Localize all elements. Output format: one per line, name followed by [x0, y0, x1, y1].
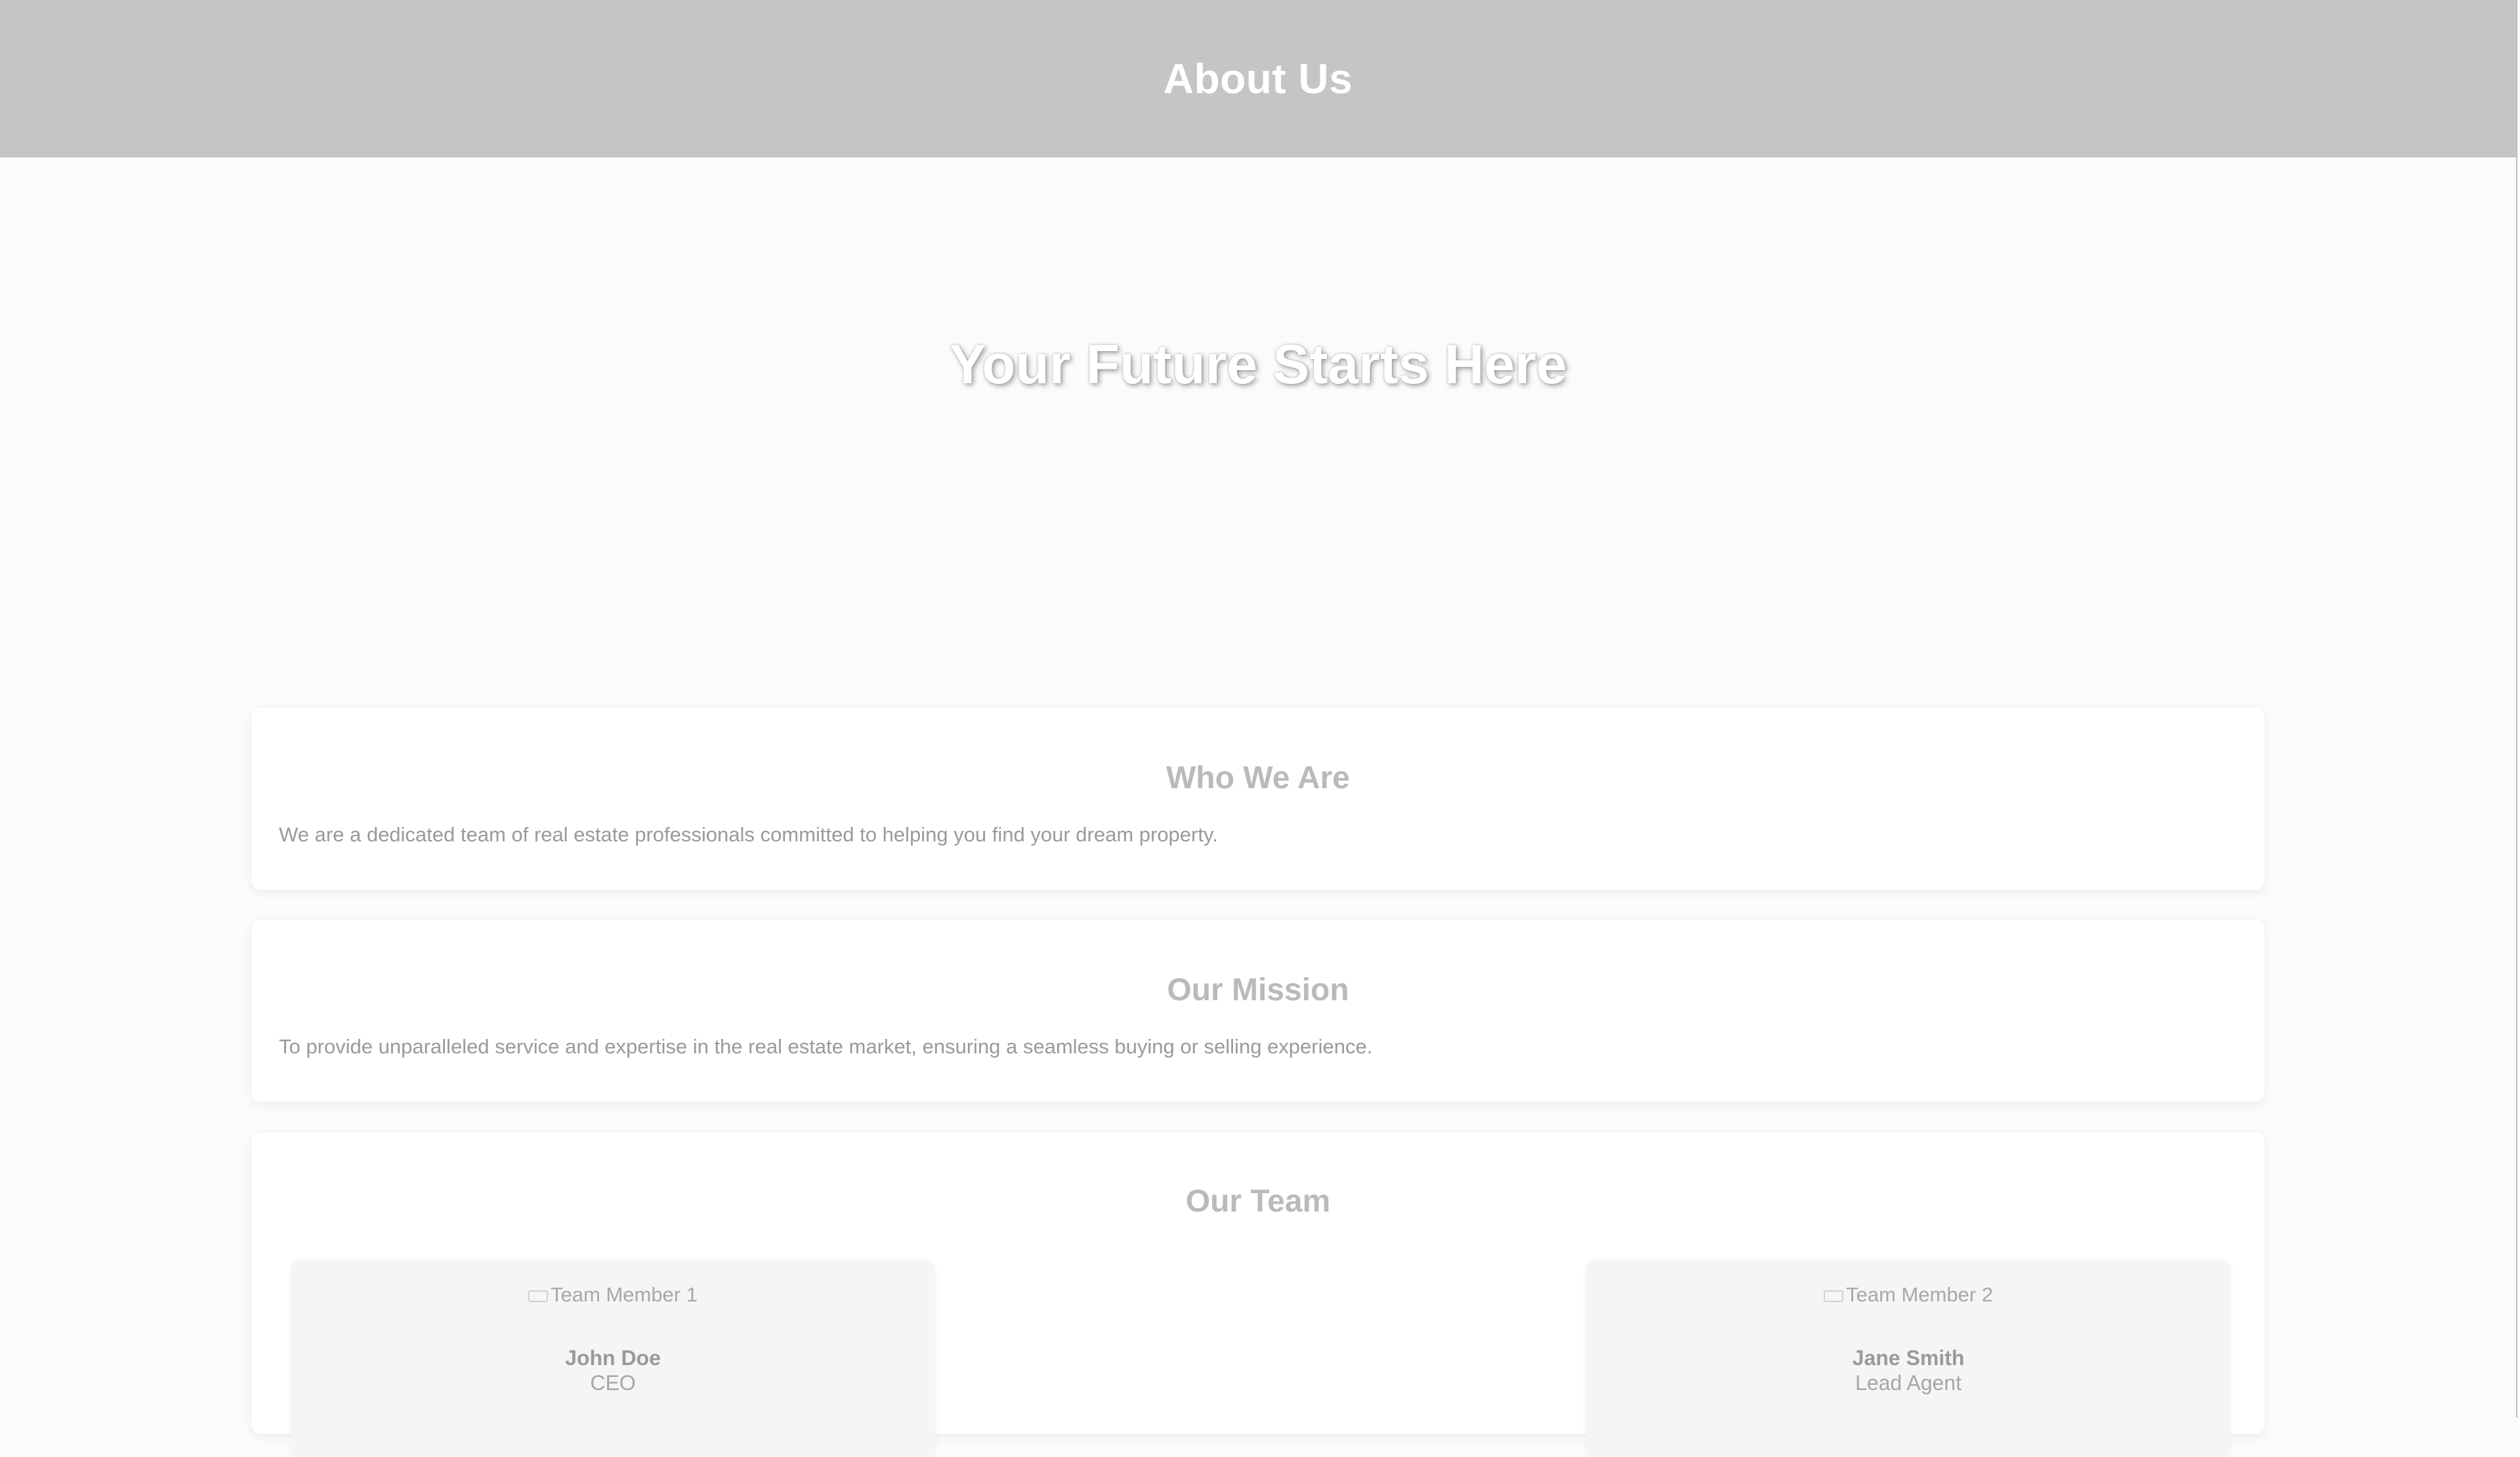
broken-image-icon — [528, 1290, 549, 1302]
hero-title: Your Future Starts Here — [949, 333, 1567, 395]
team-member-name: Jane Smith — [1852, 1346, 1965, 1370]
team-heading: Our Team — [1185, 1184, 1331, 1219]
team-member-card: Team Member 1 John Doe CEO — [291, 1260, 935, 1457]
team-member-role: CEO — [590, 1371, 636, 1395]
who-we-are-text: We are a dedicated team of real estate p… — [279, 823, 1218, 846]
team-member-role: Lead Agent — [1855, 1371, 1962, 1395]
page-title: About Us — [1163, 55, 1353, 102]
who-we-are-heading: Who We Are — [1166, 761, 1350, 795]
mission-text: To provide unparalleled service and expe… — [279, 1035, 1373, 1058]
scrollbar[interactable] — [2516, 0, 2520, 1418]
team-member-name: John Doe — [565, 1346, 661, 1370]
team-member-photo-alt: Team Member 1 — [551, 1283, 698, 1306]
hero-banner: Your Future Starts Here — [0, 158, 2516, 706]
page-header: About Us — [0, 0, 2516, 158]
broken-image-icon — [1824, 1290, 1844, 1302]
mission-section: Our Mission To provide unparalleled serv… — [251, 919, 2265, 1102]
who-we-are-section: Who We Are We are a dedicated team of re… — [251, 707, 2265, 890]
team-member-photo-alt: Team Member 2 — [1846, 1283, 1993, 1306]
mission-heading: Our Mission — [1167, 973, 1349, 1007]
team-section: Our Team Team Member 1 John Doe CEO Team… — [251, 1132, 2265, 1457]
team-member-card: Team Member 2 Jane Smith Lead Agent — [1586, 1260, 2231, 1457]
team-member-photo: Team Member 2 — [1586, 1283, 2231, 1307]
team-member-photo: Team Member 1 — [291, 1283, 935, 1307]
